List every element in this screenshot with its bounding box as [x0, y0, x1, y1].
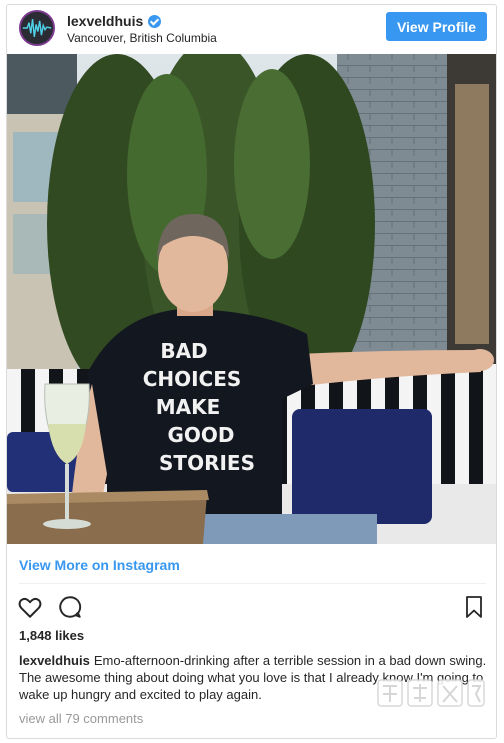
verified-badge-icon	[148, 14, 162, 28]
view-profile-button[interactable]: View Profile	[386, 12, 487, 41]
action-bar	[17, 594, 83, 620]
shirt-text-line: CHOICES	[143, 367, 242, 391]
view-more-link[interactable]: View More on Instagram	[19, 557, 180, 573]
username-row: lexveldhuis	[67, 13, 162, 29]
shirt-text-line: STORIES	[159, 451, 255, 475]
instagram-embed-card: lexveldhuis Vancouver, British Columbia …	[6, 4, 497, 739]
avatar[interactable]	[19, 10, 55, 46]
bookmark-icon[interactable]	[462, 595, 486, 619]
shirt-text-line: BAD	[160, 339, 207, 363]
likes-count[interactable]: 1,848 likes	[19, 628, 84, 643]
avatar-waveform-icon	[21, 12, 53, 44]
shirt-text-line: MAKE	[156, 395, 221, 419]
caption-username-link[interactable]: lexveldhuis	[19, 653, 90, 668]
shirt-text-line: GOOD	[167, 423, 234, 447]
post-header: lexveldhuis Vancouver, British Columbia …	[7, 5, 496, 53]
comment-icon[interactable]	[57, 594, 83, 620]
view-comments-link[interactable]: view all 79 comments	[19, 711, 143, 726]
username-link[interactable]: lexveldhuis	[67, 13, 143, 29]
heart-icon[interactable]	[17, 594, 43, 620]
location-link[interactable]: Vancouver, British Columbia	[67, 31, 217, 45]
watermark-logo-icon	[377, 679, 485, 707]
divider	[19, 583, 486, 584]
post-photo[interactable]: BAD CHOICES MAKE GOOD STORIES	[7, 54, 496, 544]
